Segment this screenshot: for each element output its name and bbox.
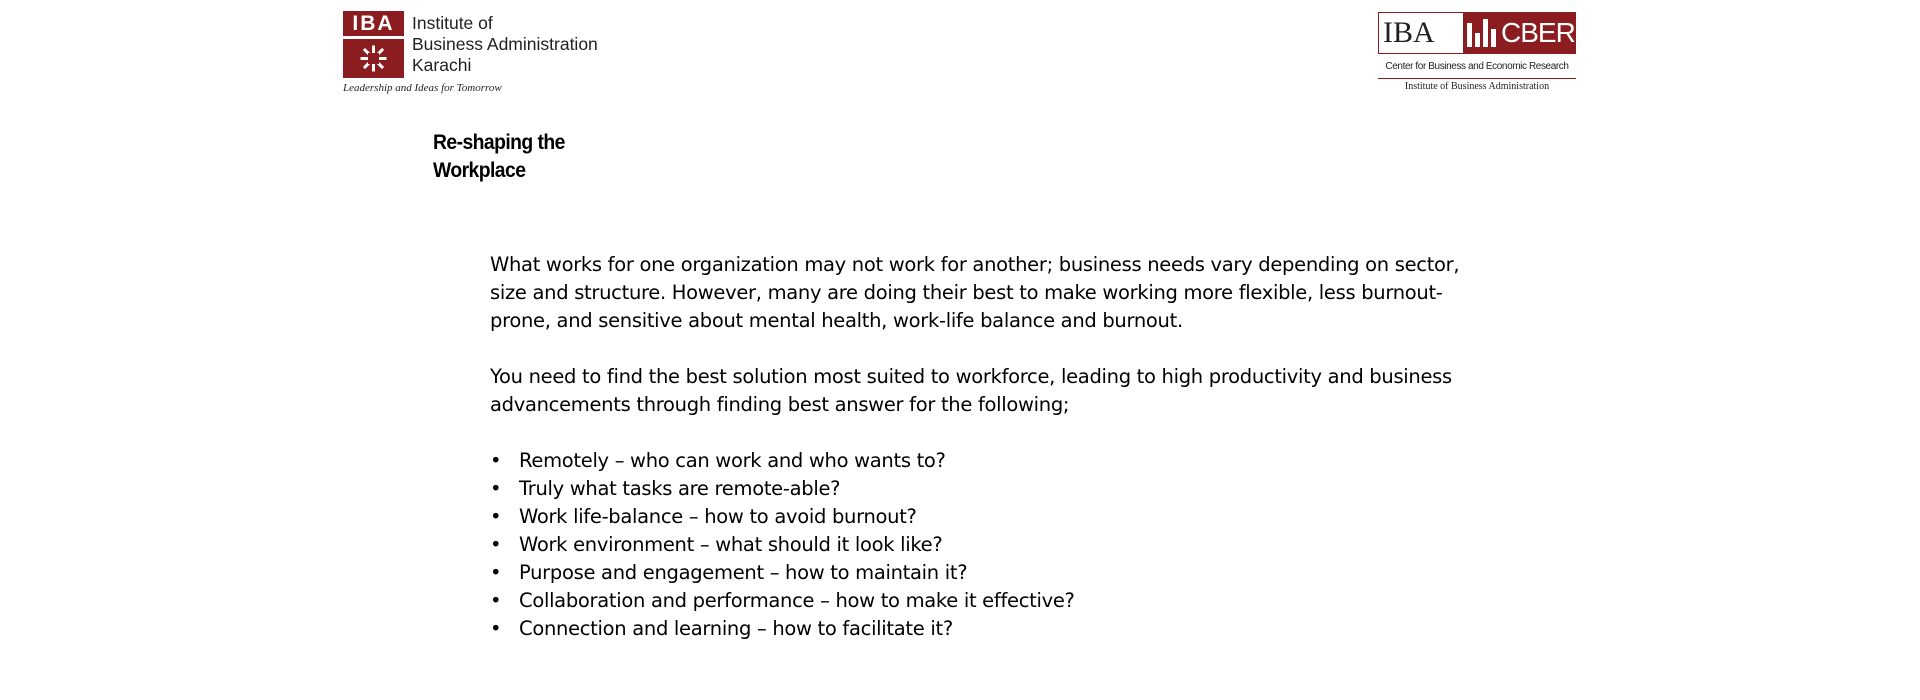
slide-body: What works for one organization may not … (490, 251, 1490, 643)
cber-red-panel: CBER (1463, 13, 1576, 53)
cber-logo-box: IBA CBER (1378, 12, 1576, 54)
list-item: • Collaboration and performance – how to … (490, 587, 1490, 615)
cber-subtitle: Center for Business and Economic Researc… (1385, 61, 1569, 72)
list-item-text: Purpose and engagement – how to maintain… (519, 561, 968, 584)
cber-divider (1378, 78, 1576, 79)
cber-logo: IBA CBER Center for Business and Economi… (1378, 12, 1578, 97)
bullet-icon: • (490, 561, 502, 584)
iba-name-line: Karachi (412, 55, 472, 75)
slide-title: Re-shaping the Workplace (433, 129, 565, 185)
list-item-text: Collaboration and performance – how to m… (519, 589, 1075, 612)
bullet-icon: • (490, 477, 502, 500)
paragraph-line: What works for one organization may not … (490, 253, 1460, 276)
iba-name-line: Business Administration (412, 34, 598, 54)
list-item: • Work life-balance – how to avoid burnou… (490, 503, 1490, 531)
iba-logo: IBA Institute of Business Administration… (343, 11, 603, 97)
iba-tagline: Leadership and Ideas for Tomorrow (343, 82, 502, 94)
list-item-text: Remotely – who can work and who wants to… (519, 449, 946, 472)
task-paragraph: You need to find the best solution most … (490, 363, 1490, 419)
cber-iba-text: IBA (1383, 16, 1435, 49)
bullet-icon: • (490, 505, 502, 528)
iba-mark-text: IBA (343, 11, 404, 36)
list-item: • Purpose and engagement – how to maintai… (490, 559, 1490, 587)
paragraph-line: prone, and sensitive about mental health… (490, 309, 1183, 332)
slide-title-line: Workplace (433, 159, 526, 182)
bullet-icon: • (490, 589, 502, 612)
paragraph-line: advancements through finding best answer… (490, 393, 1070, 416)
cber-text: CBER (1501, 17, 1576, 48)
bar-chart-icon (1467, 19, 1496, 47)
paragraph-line: size and structure. However, many are do… (490, 281, 1443, 304)
list-item-text: Connection and learning – how to facilit… (519, 617, 953, 640)
iba-star-icon (343, 39, 404, 78)
intro-paragraph: What works for one organization may not … (490, 251, 1490, 335)
iba-emblem: IBA (343, 11, 404, 78)
slide-title-line: Re-shaping the (433, 131, 565, 154)
list-item: • Remotely – who can work and who wants t… (490, 447, 1490, 475)
bullet-icon: • (490, 617, 502, 640)
iba-institute-name: Institute of Business Administration Kar… (412, 13, 598, 76)
question-list: • Remotely – who can work and who wants t… (490, 447, 1490, 643)
bullet-icon: • (490, 533, 502, 556)
list-item-text: Work life-balance – how to avoid burnout… (519, 505, 917, 528)
paragraph-line: You need to find the best solution most … (490, 365, 1452, 388)
list-item: • Connection and learning – how to facili… (490, 615, 1490, 643)
bullet-icon: • (490, 449, 502, 472)
list-item: • Work environment – what should it look … (490, 531, 1490, 559)
iba-name-line: Institute of (412, 13, 493, 33)
list-item: • Truly what tasks are remote-able? (490, 475, 1490, 503)
list-item-text: Truly what tasks are remote-able? (519, 477, 841, 500)
cber-institute: Institute of Business Administration (1404, 81, 1550, 92)
list-item-text: Work environment – what should it look l… (519, 533, 943, 556)
